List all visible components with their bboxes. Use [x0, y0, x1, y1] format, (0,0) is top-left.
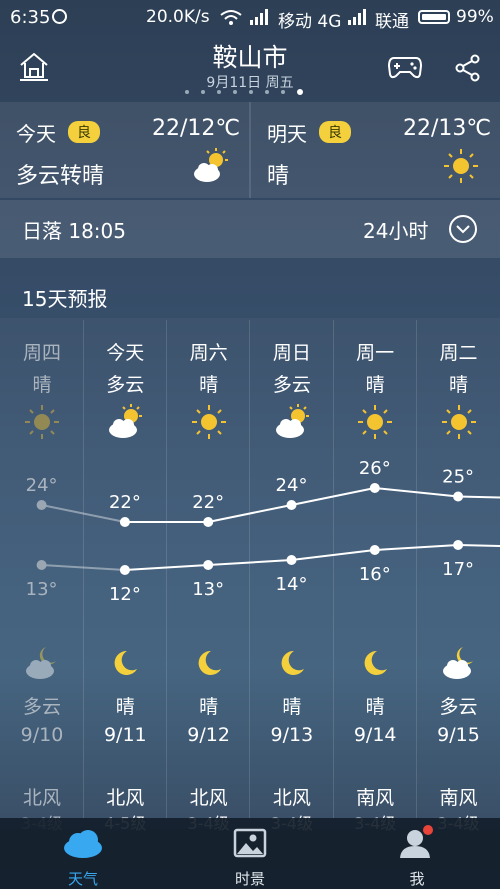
low-label: 14° — [276, 574, 308, 595]
low-label: 17° — [442, 559, 474, 580]
photo-icon — [233, 828, 267, 858]
low-label: 16° — [359, 564, 391, 585]
high-label: 26° — [359, 458, 391, 479]
high-point — [203, 517, 214, 527]
low-label: 13° — [26, 579, 58, 600]
high-label: 22° — [192, 492, 224, 513]
low-point — [119, 565, 130, 575]
high-label: 24° — [26, 475, 58, 496]
high-point — [36, 500, 47, 510]
cloud-icon — [64, 830, 102, 858]
high-point — [453, 491, 464, 502]
low-segment — [208, 559, 292, 566]
low-point — [453, 540, 464, 550]
user-icon — [400, 825, 433, 858]
low-label: 12° — [109, 584, 141, 605]
bottom-nav: 天气 时景 我 — [0, 818, 500, 889]
low-segment — [41, 564, 125, 571]
low-segment — [124, 564, 209, 571]
nav-me[interactable]: 我 — [334, 818, 500, 889]
high-point — [119, 517, 130, 527]
low-point — [286, 555, 297, 565]
high-segment — [458, 495, 500, 499]
high-label: 24° — [276, 475, 308, 496]
high-point — [369, 483, 380, 493]
low-segment — [374, 544, 459, 551]
low-point — [203, 560, 214, 570]
low-segment — [458, 544, 500, 547]
high-label: 25° — [442, 467, 474, 488]
high-segment — [374, 487, 459, 498]
high-label: 22° — [109, 492, 141, 513]
low-label: 13° — [192, 579, 224, 600]
nav-weather[interactable]: 天气 — [0, 818, 166, 889]
low-point — [369, 545, 380, 555]
temperature-chart: 24° 22° 22° 24° 26° 25° 13° 12° 13° 14° 16° 17° — [26, 458, 500, 605]
nav-scenery-label: 时景 — [234, 870, 265, 888]
nav-scenery[interactable]: 时景 — [167, 818, 333, 889]
nav-me-label: 我 — [409, 870, 425, 888]
nav-weather-label: 天气 — [67, 870, 98, 888]
low-segment — [291, 549, 375, 561]
high-point — [286, 500, 297, 510]
low-point — [36, 560, 47, 570]
